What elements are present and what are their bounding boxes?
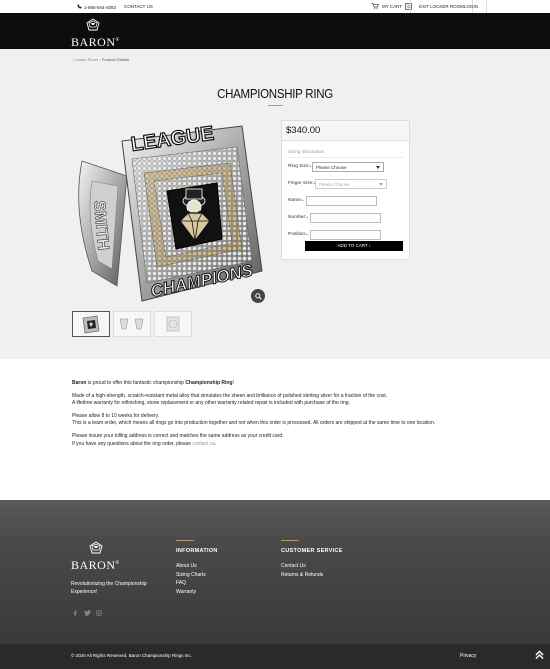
order-form: $340.00 Sizing Information Ring Size: * P… — [281, 120, 410, 260]
finger-size-select[interactable]: Please Choose — [315, 179, 387, 189]
description-material: Made of a high-strength, scratch-resista… — [72, 393, 388, 407]
name-input[interactable] — [306, 196, 377, 206]
phone-link[interactable]: 1-866-944-4083 — [77, 4, 116, 10]
zoom-icon — [254, 292, 262, 300]
footer-link-returns[interactable]: Returns & Refunds — [281, 571, 343, 580]
logo-wordmark: BARON® — [71, 35, 120, 49]
footer-link-about[interactable]: About Us — [176, 562, 218, 571]
heading-accent — [281, 540, 299, 541]
facebook-icon[interactable] — [72, 610, 78, 616]
contact-us-link[interactable]: CONTACT US — [124, 4, 153, 9]
double-chevron-up-icon — [535, 650, 544, 660]
information-heading: INFORMATION — [176, 548, 218, 554]
thumbnail-front[interactable] — [72, 311, 110, 337]
product-price: $340.00 — [282, 121, 409, 141]
finger-size-label: Finger Size:* — [288, 181, 315, 186]
description-delivery: Please allow 8 to 10 weeks for delivery.… — [72, 413, 436, 427]
footer-customer-service: CUSTOMER SERVICE Contact Us Returns & Re… — [281, 540, 343, 579]
title-underline — [268, 105, 283, 106]
cart-icon — [371, 3, 380, 10]
description-intro: Baron is proud to offer this fantastic c… — [72, 380, 234, 386]
page-title: CHAMPIONSHIP RING — [217, 87, 333, 101]
social-links — [72, 610, 102, 616]
breadcrumb: › Locker Room › Product Details — [72, 57, 129, 62]
my-cart-link[interactable]: MY CART 0 — [371, 2, 413, 11]
sizing-section-title: Sizing Information — [288, 149, 325, 154]
thumbnail-sides[interactable] — [113, 311, 151, 337]
chevron-down-icon — [376, 166, 380, 169]
footer-link-contact[interactable]: Contact Us — [281, 562, 343, 571]
customer-service-heading: CUSTOMER SERVICE — [281, 548, 343, 554]
phone-icon — [77, 4, 82, 10]
top-bar: 1-866-944-4083 CONTACT US MY CART 0 EXIT… — [0, 0, 550, 13]
my-cart-label: MY CART — [382, 4, 403, 9]
contact-us-inline-link[interactable]: contact us — [192, 441, 215, 447]
login-link[interactable]: LOGIN — [456, 0, 488, 13]
add-to-cart-button[interactable]: ADD TO CART › — [305, 241, 403, 251]
ring-logo-icon — [89, 541, 103, 554]
zoom-button[interactable] — [251, 289, 265, 303]
section-divider — [288, 157, 404, 158]
breadcrumb-sep: › — [99, 57, 101, 62]
number-label: Number: * — [288, 215, 308, 220]
breadcrumb-home[interactable]: Locker Room — [74, 57, 98, 62]
position-label: Position: * — [288, 232, 308, 237]
footer-tagline: Revolutionizing the Championship Experie… — [71, 581, 147, 595]
ring-logo-icon — [86, 18, 100, 31]
chevron-down-icon — [379, 183, 383, 186]
ring-size-label: Ring Size: * — [288, 164, 312, 169]
product-image[interactable]: SMITH LEAGUE CHAMPIONS — [72, 121, 267, 303]
breadcrumb-current: Product Details — [101, 57, 129, 62]
back-to-top-button[interactable] — [535, 650, 544, 661]
description-billing: Please insure your billing address is co… — [72, 433, 284, 447]
footer-link-warranty[interactable]: Warranty — [176, 588, 218, 597]
logo-wordmark: BARON® — [71, 558, 120, 572]
copyright-text: © 2020 All Rights Reserved, Baron Champi… — [71, 653, 192, 658]
site-header: BARON® — [0, 13, 550, 49]
footer-link-sizing[interactable]: Sizing Charts — [176, 571, 218, 580]
footer-link-faq[interactable]: FAQ — [176, 579, 218, 588]
footer-information: INFORMATION About Us Sizing Charts FAQ W… — [176, 540, 218, 596]
privacy-link[interactable]: Privacy — [460, 653, 476, 659]
product-description: Baron is proud to offer this fantastic c… — [72, 380, 492, 454]
phone-number: 1-866-944-4083 — [84, 4, 117, 10]
ring-size-select[interactable]: Please Choose — [312, 162, 384, 172]
thumbnail-back[interactable] — [154, 311, 192, 337]
position-input[interactable] — [310, 230, 381, 240]
thumbnail-strip — [72, 311, 192, 337]
name-label: Name: * — [288, 198, 304, 203]
footer-bottom-bar: © 2020 All Rights Reserved, Baron Champi… — [0, 644, 550, 669]
heading-accent — [176, 540, 194, 541]
instagram-icon[interactable] — [96, 610, 102, 616]
number-input[interactable] — [310, 213, 381, 223]
twitter-icon[interactable] — [84, 610, 91, 616]
